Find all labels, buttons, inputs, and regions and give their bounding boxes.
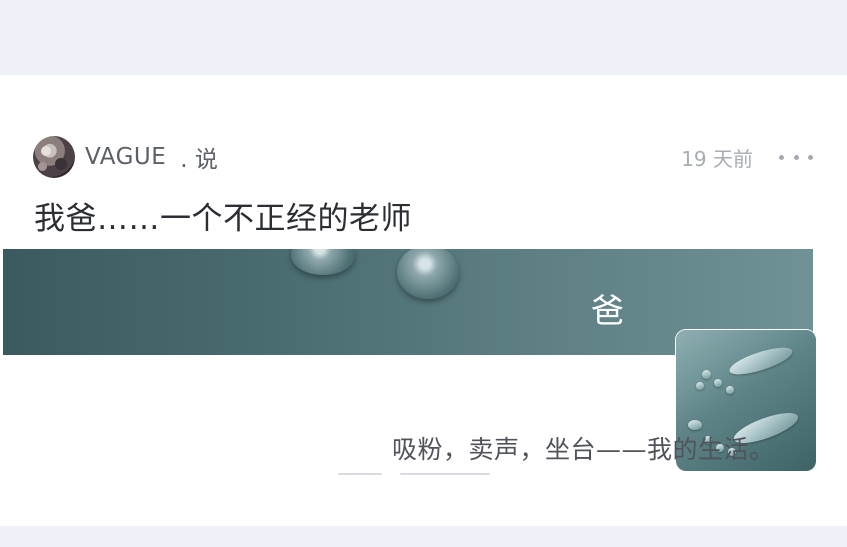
post-timestamp: 19 天前 [681,146,753,171]
divider [338,473,490,477]
water-drop [291,249,355,275]
post-card[interactable]: VAGUE . 说 19 天前 我爸……一个不正经的老师 爸 吸粉，卖声，坐台—… [0,75,847,526]
post-subtitle: 吸粉，卖声，坐台——我的生活。 [392,435,775,464]
more-horizontal-icon [779,154,784,160]
avatar[interactable] [33,136,75,178]
author-row: VAGUE . 说 19 天前 [33,135,813,179]
more-options-button[interactable] [779,147,813,167]
water-drop [397,249,459,299]
post-title[interactable]: 我爸……一个不正经的老师 [34,193,412,238]
author-name[interactable]: VAGUE [85,144,166,170]
author-action: . 说 [180,147,218,173]
banner-character: 爸 [591,291,624,330]
